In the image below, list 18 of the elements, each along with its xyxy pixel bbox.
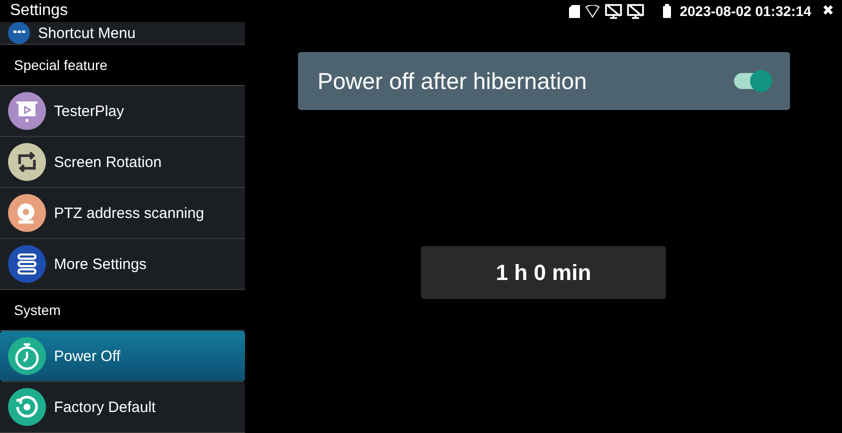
toggle-switch[interactable] [734, 73, 770, 89]
setting-label: Power off after hibernation [318, 68, 587, 94]
menu-item[interactable]: Factory Default [0, 382, 245, 433]
time-value-field[interactable]: 1 h 0 min [421, 246, 666, 299]
monitor-off-icon [604, 4, 622, 18]
wifi-icon [584, 4, 600, 18]
monitor-off-icon [626, 4, 644, 18]
sd-card-icon [568, 4, 580, 18]
menu-item[interactable]: Power Off [0, 331, 245, 382]
menu-item[interactable]: PTZ address scanning [0, 188, 245, 239]
menu-item[interactable]: TesterPlay [0, 86, 245, 137]
close-button[interactable]: ✖ [820, 3, 836, 19]
battery-icon [662, 4, 671, 18]
menu-item[interactable]: Shortcut Menu [0, 22, 245, 45]
window-title: Settings [10, 2, 68, 20]
menu-item[interactable]: More Settings [0, 239, 245, 290]
date-time: 2023-08-02 01:32:14 [680, 3, 812, 19]
menu-item[interactable]: Screen Rotation [0, 137, 245, 188]
